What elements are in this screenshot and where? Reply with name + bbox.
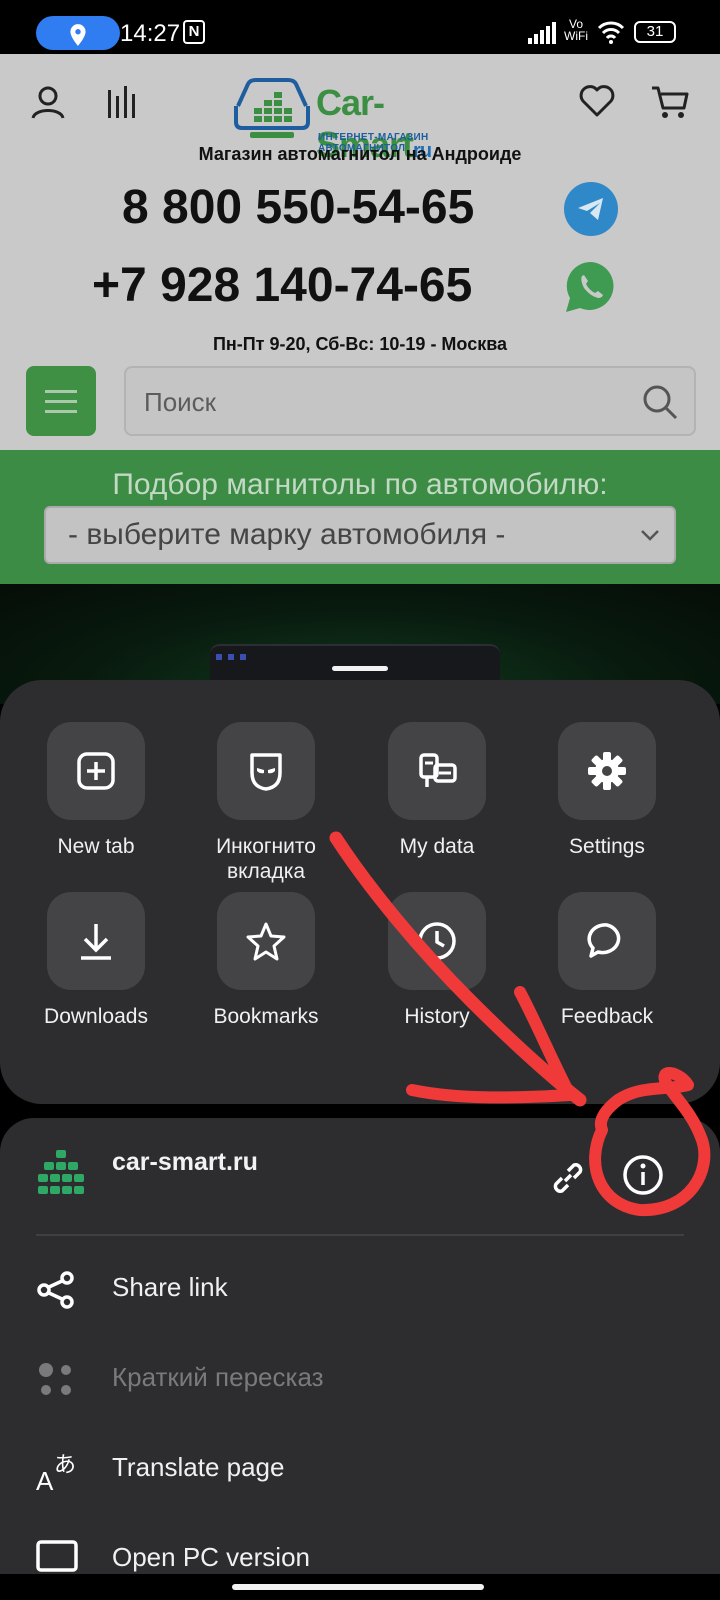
svg-text:A: A xyxy=(36,1466,54,1494)
compare-icon[interactable] xyxy=(106,84,140,120)
translate-page-label: Translate page xyxy=(112,1452,285,1482)
tile-label: Feedback xyxy=(560,1005,654,1028)
sheet-drag-handle[interactable] xyxy=(332,666,388,671)
plus-square-icon xyxy=(77,752,115,790)
car-brand-select-value: - выберите марку автомобиля - xyxy=(68,518,506,551)
car-picker: Подбор магнитолы по автомобилю: - выбери… xyxy=(0,450,720,584)
translate-page-item[interactable]: A あ Translate page xyxy=(0,1432,720,1512)
vowifi-indicator: Vo WiFi xyxy=(564,18,588,42)
battery-indicator: 31 xyxy=(634,21,676,43)
site-info-row: car-smart.ru xyxy=(0,1118,720,1234)
tile-label: Bookmarks xyxy=(213,1005,319,1028)
divider xyxy=(36,1234,684,1236)
download-icon xyxy=(81,924,111,960)
tile-label: Инкогнито вкладка xyxy=(216,835,316,883)
tile-feedback[interactable]: Feedback xyxy=(558,892,656,1028)
hamburger-menu-button[interactable] xyxy=(26,366,96,436)
phone-number-1[interactable]: 8 800 550-54-65 xyxy=(122,180,474,235)
summary-item[interactable]: Краткий пересказ xyxy=(0,1342,720,1422)
settings-button[interactable] xyxy=(558,722,656,820)
site-favicon-icon xyxy=(38,1150,84,1194)
chat-bubble-icon xyxy=(587,923,621,958)
wifi-icon xyxy=(597,21,625,44)
downloads-button[interactable] xyxy=(47,892,145,990)
tile-label: Settings xyxy=(569,835,645,858)
feedback-button[interactable] xyxy=(558,892,656,990)
share-link-item[interactable]: Share link xyxy=(0,1252,720,1332)
car-logo-icon xyxy=(234,78,310,138)
tile-settings[interactable]: Settings xyxy=(558,722,656,858)
tile-history[interactable]: History xyxy=(388,892,486,1028)
share-icon xyxy=(37,1271,74,1309)
vowifi-label-bottom: WiFi xyxy=(564,29,588,43)
telegram-icon[interactable] xyxy=(564,182,618,236)
copy-link-icon[interactable] xyxy=(548,1158,588,1198)
site-tagline: Магазин автомагнитол на Андроиде xyxy=(198,144,522,164)
site-actions-sheet: car-smart.ru Share link Краткий пересказ xyxy=(0,1118,720,1600)
location-pin-icon xyxy=(70,24,86,46)
clock-icon xyxy=(418,922,456,960)
tile-new-tab[interactable]: New tab xyxy=(47,722,145,858)
new-tab-button[interactable] xyxy=(47,722,145,820)
my-data-icon xyxy=(419,753,457,787)
whatsapp-icon[interactable] xyxy=(562,258,620,316)
tile-label: My data xyxy=(399,835,475,858)
nfc-icon: N xyxy=(183,20,205,44)
cart-icon[interactable] xyxy=(650,84,690,120)
heart-icon[interactable] xyxy=(578,84,616,118)
search-input[interactable] xyxy=(144,384,624,420)
status-bar: 14:27 N Vo WiFi 31 xyxy=(0,0,720,54)
open-pc-version-label: Open PC version xyxy=(112,1542,310,1572)
car-picker-title: Подбор магнитолы по автомобилю: xyxy=(112,468,608,501)
search-icon[interactable] xyxy=(642,384,678,420)
clock: 14:27 xyxy=(120,20,181,47)
incognito-tab-button[interactable] xyxy=(217,722,315,820)
history-button[interactable] xyxy=(388,892,486,990)
tile-bookmarks[interactable]: Bookmarks xyxy=(213,892,319,1028)
home-indicator[interactable] xyxy=(232,1584,484,1590)
site-domain: car-smart.ru xyxy=(112,1148,258,1176)
tile-downloads[interactable]: Downloads xyxy=(44,892,148,1028)
gear-icon xyxy=(588,752,626,790)
working-hours: Пн-Пт 9-20, Сб-Вс: 10-19 - Москва xyxy=(212,334,508,354)
star-icon xyxy=(246,922,286,961)
chevron-down-icon xyxy=(641,530,659,541)
user-icon[interactable] xyxy=(30,84,66,120)
tile-label: New tab xyxy=(57,835,135,858)
incognito-mask-icon xyxy=(250,753,282,791)
summary-icon xyxy=(39,1363,71,1395)
translate-icon: A あ xyxy=(36,1453,76,1494)
car-brand-select[interactable]: - выберите марку автомобиля - xyxy=(44,506,676,564)
browser-menu-sheet: New tab Инкогнито вкладка My data Settin… xyxy=(0,666,720,1104)
bookmarks-button[interactable] xyxy=(217,892,315,990)
tile-label: History xyxy=(404,1005,470,1028)
tile-my-data[interactable]: My data xyxy=(388,722,486,858)
summary-label: Краткий пересказ xyxy=(112,1362,324,1392)
svg-text:あ: あ xyxy=(54,1453,76,1478)
website-content: Car-Smartru ИНТЕРНЕТ-МАГАЗИН АВТОМАГНИТО… xyxy=(0,54,720,584)
share-link-label: Share link xyxy=(112,1272,228,1302)
my-data-button[interactable] xyxy=(388,722,486,820)
gesture-navigation-bar xyxy=(0,1574,720,1600)
search-box[interactable] xyxy=(124,366,696,436)
location-indicator xyxy=(36,16,120,50)
tile-label: Downloads xyxy=(44,1005,148,1028)
site-info-icon[interactable] xyxy=(622,1154,664,1196)
tile-incognito[interactable]: Инкогнито вкладка xyxy=(216,722,316,883)
phone-number-2[interactable]: +7 928 140-74-65 xyxy=(92,258,472,313)
signal-icon xyxy=(528,22,556,44)
